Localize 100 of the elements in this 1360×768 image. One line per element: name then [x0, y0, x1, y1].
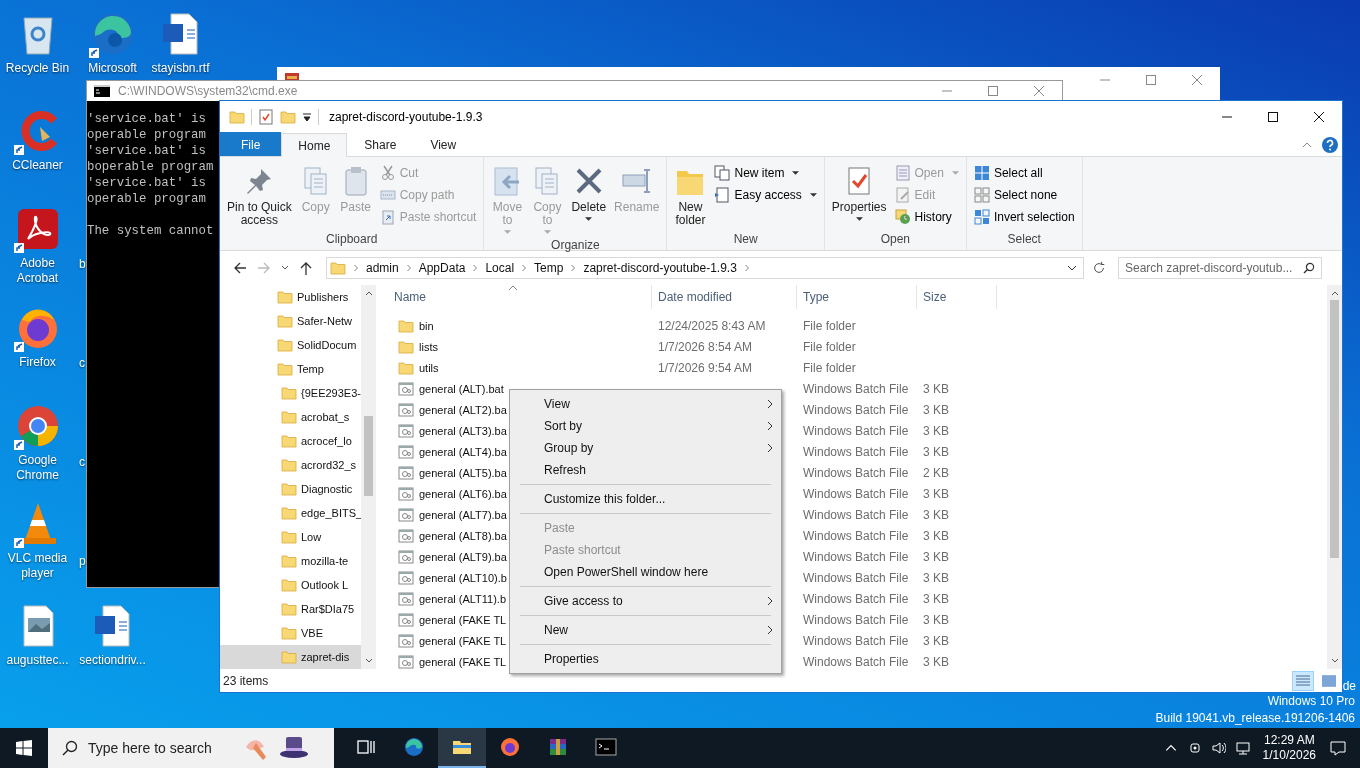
menu-item[interactable]: Properties	[512, 648, 779, 670]
back-icon[interactable]	[232, 260, 248, 276]
network-icon[interactable]	[1235, 741, 1250, 755]
file-name[interactable]: general (FAKE TL	[419, 634, 507, 647]
column-header[interactable]: Date modified	[658, 290, 733, 304]
clock[interactable]: 12:29 AM 1/10/2026	[1262, 733, 1316, 763]
ribbon-tab[interactable]: Home	[281, 133, 348, 157]
breadcrumb[interactable]: Temp	[534, 261, 564, 275]
desktop-icon-label[interactable]: Recycle Bin	[5, 61, 70, 76]
file-name[interactable]: bin	[419, 319, 434, 332]
shortcut-icon	[379, 209, 396, 225]
file-name[interactable]: general (ALT7).ba	[419, 508, 507, 521]
desktop-icon-label[interactable]: stayisbn.rtf	[151, 61, 210, 76]
address-bar[interactable]: admin AppData Local Temp zapret-discord-youtube-1.9.3	[326, 257, 1084, 279]
volume-icon[interactable]	[1211, 741, 1226, 755]
file-name[interactable]: general (ALT).bat	[419, 382, 504, 395]
folder-tree-item[interactable]: mozilla-te	[220, 549, 361, 573]
properties-icon[interactable]	[258, 109, 274, 125]
desktop-icon-label[interactable]: Firefox	[19, 355, 56, 370]
folder-tree-item[interactable]: acrord32_s	[220, 453, 361, 477]
ribbon-tab[interactable]: File	[220, 132, 282, 156]
dropdown-icon[interactable]	[1067, 263, 1077, 273]
menu-item[interactable]: View	[512, 393, 779, 415]
folder-tree-item[interactable]: Safer-Netw	[220, 309, 361, 333]
file-name[interactable]: general (FAKE TL	[419, 655, 507, 668]
folder-tree-item[interactable]: acrocef_lo	[220, 429, 361, 453]
ribbon-button[interactable]: New item	[711, 162, 820, 184]
menu-item[interactable]: Sort by	[512, 415, 779, 437]
folder-tree-item[interactable]: acrobat_s	[220, 405, 361, 429]
ribbon-button[interactable]: New folder	[671, 160, 710, 229]
menu-item[interactable]: Open PowerShell window here	[512, 561, 779, 583]
chevron-icon	[353, 264, 359, 272]
scrollbar-thumb[interactable]	[1330, 300, 1339, 558]
file-name[interactable]: general (ALT6).ba	[419, 487, 507, 500]
file-name[interactable]: general (ALT5).ba	[419, 466, 507, 479]
file-name[interactable]: general (ALT3).ba	[419, 424, 507, 437]
folder-icon	[229, 109, 245, 125]
file-name[interactable]: general (ALT2).ba	[419, 403, 507, 416]
folder-tree-item[interactable]: VBE	[220, 621, 361, 645]
ribbon-button[interactable]: Pin to Quick access	[224, 160, 295, 229]
batch-file-icon	[398, 443, 414, 460]
desktop-icon-label[interactable]: CCleaner	[12, 158, 63, 173]
folder-tree-item[interactable]: Low	[220, 525, 361, 549]
dropdown-icon[interactable]	[302, 112, 312, 122]
menu-item[interactable]: Customize this folder...	[512, 488, 779, 510]
ribbon-tab[interactable]: View	[413, 133, 474, 156]
ribbon-button[interactable]: Delete	[568, 160, 610, 223]
folder-tree-item[interactable]: Outlook L	[220, 573, 361, 597]
ribbon-button[interactable]: Select all	[970, 162, 1078, 184]
folder-tree-item[interactable]: Diagnostic	[220, 477, 361, 501]
file-name[interactable]: general (FAKE TL	[419, 613, 507, 626]
notifications-icon[interactable]	[1330, 740, 1346, 756]
menu-item[interactable]: New	[512, 619, 779, 641]
menu-item[interactable]: Group by	[512, 437, 779, 459]
scrollbar-thumb[interactable]	[364, 416, 373, 496]
up-icon[interactable]	[298, 260, 314, 276]
breadcrumb[interactable]: AppData	[418, 261, 466, 275]
maximize-icon	[988, 86, 998, 96]
folder-tree-item[interactable]: Temp	[220, 357, 361, 381]
ribbon-button[interactable]: Properties	[828, 160, 890, 223]
desktop-icon-label[interactable]: Adobe Acrobat	[1, 256, 74, 286]
folder-tree-item[interactable]: Rar$DIa75	[220, 597, 361, 621]
file-name[interactable]: general (ALT9).ba	[419, 550, 507, 563]
browser-icon	[499, 736, 521, 758]
ribbon-tab[interactable]: Share	[347, 133, 414, 156]
file-name[interactable]: lists	[419, 340, 438, 353]
taskbar-button[interactable]	[438, 728, 486, 768]
desktop-icon-label[interactable]: Microsoft	[88, 61, 137, 76]
folder-tree-item[interactable]: zapret-dis	[220, 645, 361, 669]
column-header[interactable]: Type	[803, 290, 829, 304]
file-name[interactable]: general (ALT8).ba	[419, 529, 507, 542]
chevron-icon	[472, 264, 479, 272]
help-icon[interactable]	[1322, 136, 1338, 153]
column-header[interactable]: Name	[394, 290, 426, 304]
search-field[interactable]: Search zapret-discord-youtub...	[1118, 257, 1322, 279]
ribbon-button[interactable]: Invert selection	[970, 206, 1078, 228]
column-header[interactable]: Size	[923, 290, 947, 304]
ribbon-button[interactable]: History	[891, 206, 962, 228]
search-field[interactable]: Type here to search	[88, 740, 228, 756]
file-name[interactable]: general (ALT4).ba	[419, 445, 507, 458]
menu-item[interactable]: Refresh	[512, 459, 779, 481]
ribbon-button[interactable]: Select none	[970, 184, 1078, 206]
breadcrumb[interactable]: zapret-discord-youtube-1.9.3	[583, 261, 737, 275]
scissors-icon	[379, 165, 396, 181]
menu-item[interactable]: Give access to	[512, 590, 779, 612]
file-name[interactable]: general (ALT10).b	[419, 571, 507, 584]
desktop-icon-label[interactable]: c	[79, 356, 85, 370]
desktop-icon-label[interactable]: c	[79, 455, 85, 469]
folder-tree-item[interactable]: {9EE293E3-	[220, 381, 361, 405]
folder-tree-item[interactable]: SolidDocum	[220, 333, 361, 357]
ribbon-button[interactable]: Easy access	[711, 184, 820, 206]
file-name[interactable]: utils	[419, 361, 439, 374]
file-name[interactable]: general (ALT11).b	[419, 592, 507, 605]
breadcrumb[interactable]: admin	[366, 261, 399, 275]
folder-tree-item[interactable]: Publishers	[220, 285, 361, 309]
desktop-icon-label[interactable]: Google Chrome	[1, 453, 74, 483]
desktop-icon-label[interactable]: b	[79, 257, 86, 271]
breadcrumb[interactable]: Local	[485, 261, 515, 275]
meeting-icon[interactable]	[1187, 741, 1202, 755]
refresh-icon[interactable]	[1092, 261, 1106, 275]
